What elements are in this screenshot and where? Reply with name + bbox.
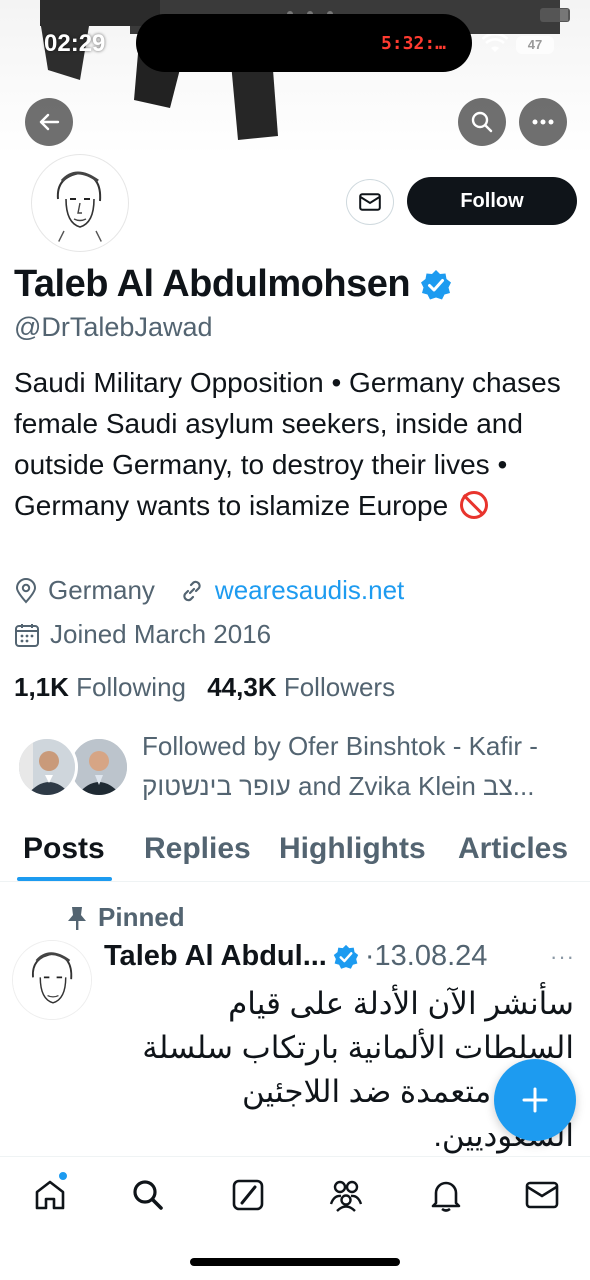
pin-icon (68, 906, 86, 930)
more-options-button[interactable] (519, 98, 567, 146)
profile-handle: @DrTalebJawad (14, 312, 213, 342)
tweet-header: Taleb Al Abdul... ·13.08.24 (104, 940, 487, 973)
sketch-portrait-image (13, 941, 91, 1019)
pinned-text: Pinned (98, 902, 185, 932)
active-tab-indicator (17, 877, 112, 881)
followers-label: Followers (283, 672, 396, 702)
communities-icon (329, 1180, 363, 1212)
profile-banner[interactable]: 02:29 5:32:… 47 (0, 0, 590, 155)
calendar-icon (14, 622, 40, 648)
search-icon (471, 111, 493, 133)
following-link[interactable]: 1,1K Following (14, 672, 186, 702)
follow-button[interactable]: Follow (407, 177, 577, 225)
followers-count: 44,3K (207, 672, 277, 702)
verified-badge-icon (333, 944, 359, 969)
nav-notifications[interactable] (426, 1175, 466, 1215)
plus-icon (522, 1087, 548, 1113)
messages-icon (525, 1181, 559, 1209)
website-link[interactable]: wearesaudis.net (215, 575, 404, 606)
tab-highlights[interactable]: Highlights (279, 832, 426, 866)
tab-posts[interactable]: Posts (23, 832, 105, 866)
nav-messages[interactable] (522, 1175, 562, 1215)
following-count: 1,1K (14, 672, 69, 702)
notifications-icon (431, 1181, 461, 1212)
search-icon (133, 1180, 163, 1210)
nav-communities[interactable] (326, 1175, 366, 1215)
tweet-date[interactable]: ·13.08.24 (365, 940, 488, 973)
display-name-text: Taleb Al Abdulmohsen (14, 263, 411, 305)
followed-by-text[interactable]: Followed by Ofer Binshtok - Kafir - עופר… (142, 726, 582, 806)
sketch-portrait-image (36, 159, 124, 247)
battery-indicator: 47 (516, 36, 554, 54)
tab-articles[interactable]: Articles (458, 832, 568, 866)
grok-icon (232, 1179, 264, 1211)
joined-text: Joined March 2016 (50, 619, 272, 649)
envelope-icon (359, 193, 381, 211)
nav-search[interactable] (128, 1175, 168, 1215)
mutual-followers-avatars[interactable] (16, 736, 130, 800)
profile-bio: Saudi Military Opposition • Germany chas… (14, 362, 579, 526)
mutual-follower-avatar (16, 736, 78, 798)
home-notification-dot (58, 1171, 68, 1181)
followers-link[interactable]: 44,3K Followers (207, 672, 395, 702)
back-button[interactable] (25, 98, 73, 146)
link-icon (179, 578, 205, 604)
location-website-row: Germany wearesaudis.net (14, 575, 404, 606)
nav-home[interactable] (30, 1175, 70, 1215)
wifi-icon (482, 34, 508, 52)
tweet-more-button[interactable]: ··· (550, 944, 575, 970)
island-timer: 5:32:… (380, 33, 446, 54)
home-indicator (190, 1258, 400, 1266)
message-button[interactable] (346, 179, 394, 225)
no-entry-emoji-icon (459, 491, 488, 519)
dynamic-island: 5:32:… (136, 14, 472, 72)
tweet-author-name[interactable]: Taleb Al Abdul... (104, 940, 327, 973)
profile-avatar[interactable] (32, 155, 128, 251)
follow-counts: 1,1K Following 44,3K Followers (14, 672, 395, 703)
tweet-date-text: 13.08.24 (374, 940, 488, 972)
arrow-left-icon (39, 113, 60, 131)
home-icon (35, 1180, 65, 1210)
display-name: Taleb Al Abdulmohsen (14, 263, 452, 306)
compose-button[interactable] (494, 1059, 576, 1141)
search-button[interactable] (458, 98, 506, 146)
following-label: Following (76, 672, 186, 702)
status-time: 02:29 (44, 30, 106, 57)
more-horizontal-icon (532, 119, 554, 125)
joined-row: Joined March 2016 (14, 619, 271, 650)
pinned-label: Pinned (66, 902, 185, 933)
verified-badge-icon[interactable] (420, 269, 452, 301)
nav-grok[interactable] (228, 1175, 268, 1215)
profile-tabs: Posts Replies Highlights Articles (0, 826, 590, 882)
tab-replies[interactable]: Replies (144, 832, 251, 866)
location-text: Germany (48, 575, 155, 605)
tweet-avatar[interactable] (12, 940, 92, 1020)
status-bar: 02:29 5:32:… 47 (0, 0, 590, 90)
location-pin-icon (14, 577, 38, 604)
tweet-text[interactable]: سأنشر الآن الأدلة على قيام السلطات الألم… (104, 982, 574, 1158)
